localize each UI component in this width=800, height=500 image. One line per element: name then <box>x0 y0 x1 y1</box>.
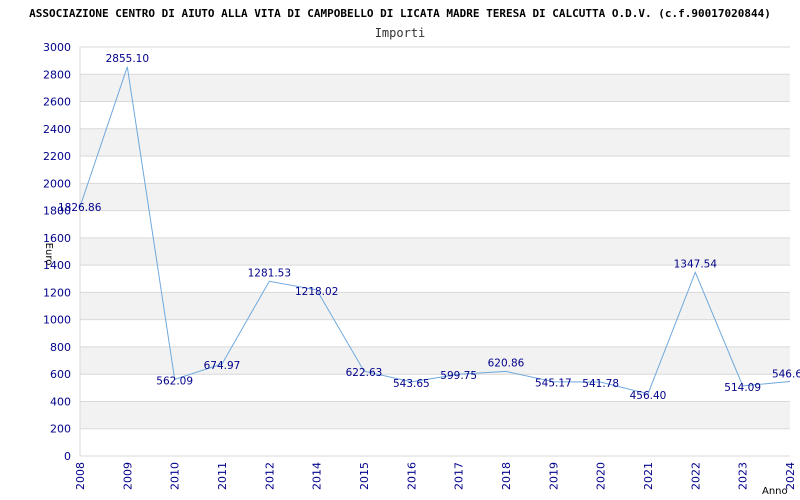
y-tick-label: 800 <box>50 341 71 354</box>
y-tick-label: 3000 <box>43 41 71 54</box>
grid-band <box>80 128 790 157</box>
data-label: 674.97 <box>204 360 241 372</box>
chart-subtitle: Importi <box>375 26 426 40</box>
data-label: 456.40 <box>630 390 667 402</box>
line-chart: ASSOCIAZIONE CENTRO DI AIUTO ALLA VITA D… <box>29 7 800 497</box>
x-tick-label: 2014 <box>311 462 324 490</box>
data-label: 1281.53 <box>248 267 291 279</box>
y-tick-label: 2800 <box>43 68 71 81</box>
data-label: 543.65 <box>393 378 430 390</box>
data-label: 514.09 <box>724 382 761 394</box>
chart-title: ASSOCIAZIONE CENTRO DI AIUTO ALLA VITA D… <box>29 7 771 20</box>
y-tick-label: 200 <box>50 423 71 436</box>
y-tick-label: 600 <box>50 368 71 381</box>
x-tick-label: 2023 <box>737 462 750 490</box>
y-tick-label: 1000 <box>43 314 71 327</box>
data-label: 545.17 <box>535 378 572 390</box>
data-label: 546.6 <box>772 368 800 380</box>
x-tick-label: 2011 <box>216 462 229 490</box>
grid-band <box>80 346 790 375</box>
y-tick-label: 2000 <box>43 177 71 190</box>
data-label: 599.75 <box>440 370 477 382</box>
y-axis-label: Euro <box>43 243 54 266</box>
x-tick-label: 2017 <box>453 462 466 490</box>
y-tick-label: 400 <box>50 395 71 408</box>
data-label: 1347.54 <box>674 258 718 270</box>
y-tick-label: 1200 <box>43 286 71 299</box>
data-label: 2855.10 <box>106 53 149 65</box>
x-tick-label: 2020 <box>595 462 608 490</box>
x-tick-label: 2008 <box>74 462 87 490</box>
x-tick-label: 2009 <box>121 462 134 490</box>
grid-band <box>80 292 790 320</box>
x-tick-label: 2022 <box>689 462 702 490</box>
x-tick-label: 2016 <box>405 462 418 490</box>
x-tick-label: 2021 <box>642 462 655 490</box>
data-label: 1826.86 <box>58 202 102 214</box>
x-axis-ticks: 2008 2009 2010 2011 2012 2014 2015 2016 2017 2018… <box>74 462 797 490</box>
x-tick-label: 2019 <box>547 462 560 490</box>
data-label: 622.63 <box>346 367 383 379</box>
x-axis-label: Anno <box>762 486 788 497</box>
series-line <box>79 66 791 395</box>
x-tick-label: 2010 <box>169 462 182 490</box>
grid-band <box>80 74 790 102</box>
x-tick-label: 2018 <box>500 462 513 490</box>
y-tick-label: 2400 <box>43 123 71 136</box>
x-tick-label: 2012 <box>263 462 276 490</box>
data-label: 562.09 <box>156 375 193 387</box>
data-label: 1218.02 <box>295 286 338 298</box>
grid-band <box>80 401 790 429</box>
grid-band <box>80 183 790 211</box>
y-tick-label: 0 <box>64 450 71 463</box>
y-tick-label: 2200 <box>43 150 71 163</box>
data-label: 620.86 <box>488 357 525 369</box>
y-tick-label: 2600 <box>43 96 71 109</box>
data-label: 541.78 <box>582 378 619 390</box>
x-tick-label: 2015 <box>358 462 371 490</box>
